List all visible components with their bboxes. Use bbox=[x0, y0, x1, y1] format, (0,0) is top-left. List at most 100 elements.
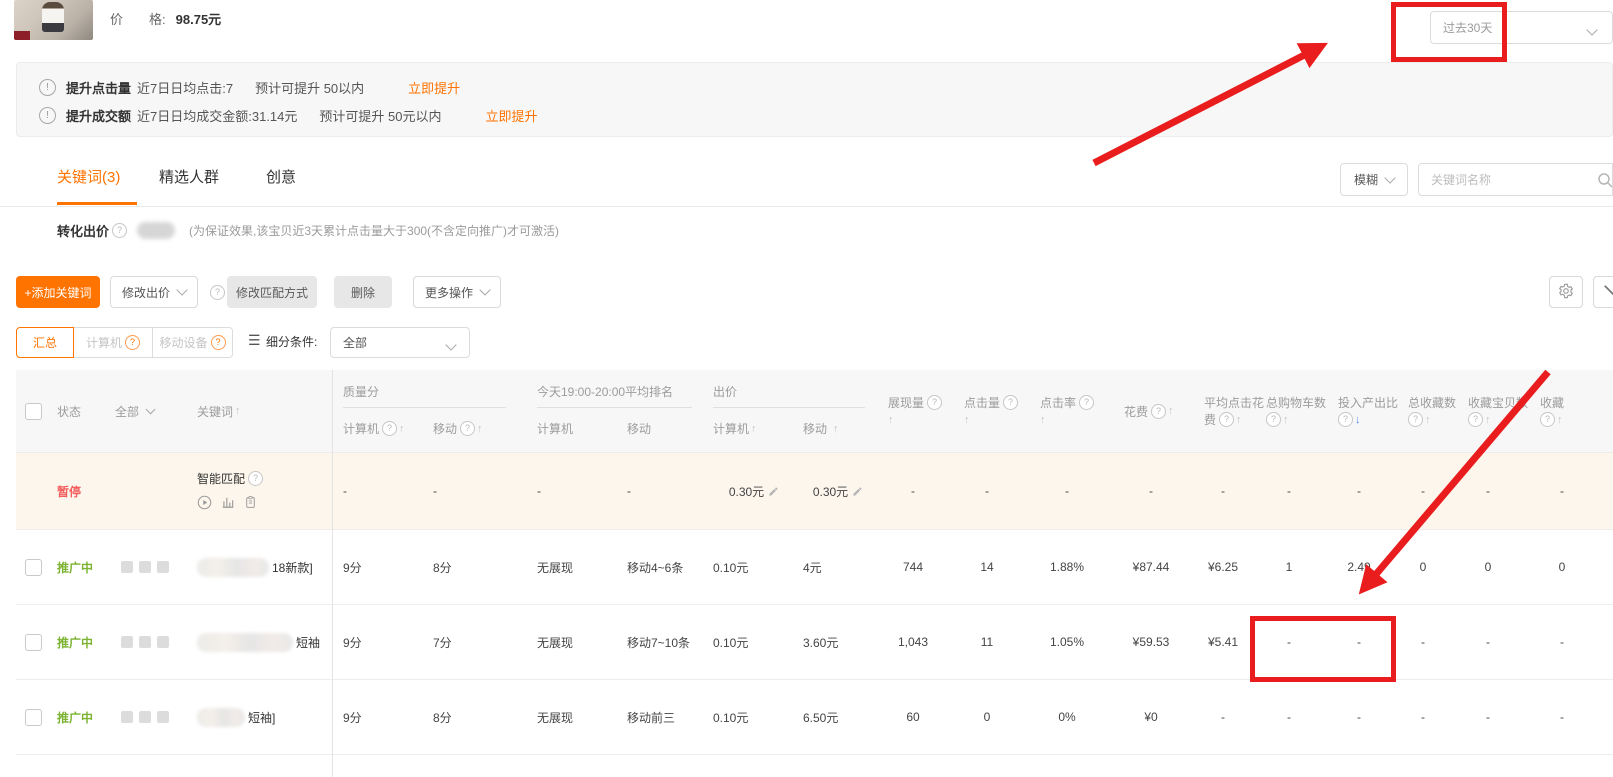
col-header-avg-click-cost[interactable]: 平均点击花 费?↑ bbox=[1192, 370, 1254, 452]
row-checkbox[interactable] bbox=[25, 709, 42, 726]
device-tab-mobile[interactable]: 移动设备? bbox=[152, 327, 233, 358]
col-header-fav-extra[interactable]: 收藏 ?↑ bbox=[1524, 370, 1600, 452]
date-range-select[interactable]: 过去30天 bbox=[1430, 11, 1613, 44]
avg-click-cost: ¥5.41 bbox=[1192, 635, 1254, 649]
info-icon: ! bbox=[39, 79, 56, 96]
rank-mobile: 移动4~6条 bbox=[622, 559, 708, 576]
conversion-bid-toggle[interactable] bbox=[137, 222, 175, 239]
chevron-down-icon bbox=[1586, 24, 1597, 35]
col-header-fav-items[interactable]: 收藏宝贝数 ?↑ bbox=[1452, 370, 1524, 452]
col-header-rank-pc[interactable]: 计算机 bbox=[537, 420, 573, 437]
help-icon: ? bbox=[460, 421, 475, 436]
quality-mobile: 7分 bbox=[428, 634, 532, 651]
edit-bid-button[interactable]: 修改出价 bbox=[110, 276, 198, 308]
col-header-cost[interactable]: 花费?↑ bbox=[1110, 370, 1192, 452]
product-photo-figure bbox=[42, 2, 64, 32]
status-filter-dropdown[interactable]: 全部 bbox=[110, 370, 195, 452]
chevron-down-icon bbox=[176, 284, 187, 295]
tab-keywords[interactable]: 关键词(3) bbox=[57, 166, 120, 187]
status-badge: 推广中 bbox=[57, 634, 93, 651]
platform-icons bbox=[110, 561, 195, 573]
play-circle-icon[interactable] bbox=[197, 495, 221, 513]
segment-condition-label: 细分条件: bbox=[266, 327, 317, 358]
sort-up-icon: ↑ bbox=[964, 414, 970, 426]
edit-match-type-button[interactable]: 修改匹配方式 bbox=[227, 276, 317, 308]
bid-pc[interactable]: 0.10元 bbox=[708, 634, 800, 651]
cost: ¥59.53 bbox=[1110, 635, 1192, 649]
device-tab-summary[interactable]: 汇总 bbox=[16, 327, 74, 358]
help-icon: ? bbox=[927, 395, 942, 410]
col-header-qs-mobile[interactable]: 移动?↑ bbox=[433, 420, 483, 437]
col-group-bid: 出价 计算机↑ 移动↑ bbox=[708, 370, 876, 452]
col-header-clicks[interactable]: 点击量? ↑ bbox=[950, 370, 1024, 452]
col-header-keyword[interactable]: 关键词↑ bbox=[195, 370, 332, 452]
help-icon[interactable]: ? bbox=[210, 285, 225, 300]
fav-total: - bbox=[1394, 710, 1452, 724]
help-icon: ? bbox=[211, 335, 226, 350]
add-keyword-button[interactable]: +添加关键词 bbox=[16, 276, 100, 308]
bar-chart-icon[interactable] bbox=[221, 495, 244, 512]
clipboard-icon[interactable] bbox=[244, 495, 266, 512]
clicks: - bbox=[950, 484, 1024, 498]
tab-creative[interactable]: 创意 bbox=[266, 166, 296, 187]
col-header-impressions[interactable]: 展现量? ↑ bbox=[876, 370, 950, 452]
match-mode-select[interactable]: 模糊 bbox=[1340, 163, 1408, 196]
avg-click-cost: - bbox=[1192, 710, 1254, 724]
keyword-search-input[interactable] bbox=[1418, 163, 1613, 196]
bid-mobile[interactable]: 3.60元 bbox=[800, 634, 876, 651]
row-checkbox[interactable] bbox=[25, 634, 42, 651]
settings-button[interactable] bbox=[1549, 276, 1583, 308]
roi: 2.49 bbox=[1324, 560, 1394, 574]
col-header-qs-pc[interactable]: 计算机?↑ bbox=[343, 420, 405, 437]
sort-up-icon: ↑ bbox=[1283, 414, 1289, 426]
device-tab-pc[interactable]: 计算机? bbox=[73, 327, 153, 358]
pencil-icon[interactable] bbox=[852, 486, 863, 497]
bid-mobile[interactable]: 6.50元 bbox=[800, 709, 876, 726]
help-icon: ? bbox=[382, 421, 397, 436]
col-header-cart-total[interactable]: 总购物车数 ?↑ bbox=[1254, 370, 1324, 452]
sort-up-icon: ↑ bbox=[888, 414, 894, 426]
segment-condition-select[interactable]: 全部 bbox=[330, 327, 470, 358]
boost-now-link[interactable]: 立即提升 bbox=[485, 106, 537, 125]
fav-total: - bbox=[1394, 484, 1452, 498]
price-label: 价 bbox=[110, 9, 123, 28]
cost: ¥0 bbox=[1110, 710, 1192, 724]
select-all-checkbox[interactable] bbox=[25, 403, 42, 420]
fav-items: - bbox=[1452, 484, 1524, 498]
platform-icons bbox=[110, 636, 195, 648]
tab-bar-divider bbox=[0, 206, 1613, 207]
impressions: 60 bbox=[876, 710, 950, 724]
row-checkbox[interactable] bbox=[25, 559, 42, 576]
search-icon[interactable] bbox=[1597, 172, 1613, 191]
status-badge: 推广中 bbox=[57, 709, 93, 726]
col-group-quality-score: 质量分 计算机?↑ 移动?↑ bbox=[332, 370, 532, 452]
bid-mobile[interactable]: 4元 bbox=[800, 559, 876, 576]
sort-up-icon: ↑ bbox=[1425, 414, 1431, 426]
col-header-ctr[interactable]: 点击率? ↑ bbox=[1024, 370, 1110, 452]
bid-mobile[interactable]: 0.30元 bbox=[800, 483, 876, 500]
more-actions-button[interactable]: 更多操作 bbox=[413, 276, 501, 308]
col-header-rank-mobile[interactable]: 移动 bbox=[627, 420, 651, 437]
bid-pc[interactable]: 0.30元 bbox=[708, 483, 800, 500]
cost: - bbox=[1110, 484, 1192, 498]
col-header-bid-mobile[interactable]: 移动↑ bbox=[803, 420, 839, 437]
col-header-fav-total[interactable]: 总收藏数 ?↑ bbox=[1394, 370, 1452, 452]
table-header: 状态 全部 关键词↑ 质量分 计算机?↑ 移动?↑ 今天19:00-20:00平… bbox=[16, 370, 1613, 453]
cart-total: 1 bbox=[1254, 560, 1324, 574]
fav-total: - bbox=[1394, 635, 1452, 649]
bid-pc[interactable]: 0.10元 bbox=[708, 559, 800, 576]
bid-pc[interactable]: 0.10元 bbox=[708, 709, 800, 726]
boost-now-link[interactable]: 立即提升 bbox=[408, 78, 460, 97]
quality-pc: 9分 bbox=[332, 559, 428, 576]
conversion-bid-label: 转化出价 bbox=[57, 221, 109, 240]
delete-button[interactable]: 删除 bbox=[334, 276, 392, 308]
tab-audience[interactable]: 精选人群 bbox=[159, 166, 219, 187]
quality-mobile: 8分 bbox=[428, 709, 532, 726]
gear-icon bbox=[1558, 283, 1574, 302]
export-button[interactable] bbox=[1593, 276, 1613, 308]
help-icon: ? bbox=[1219, 412, 1234, 427]
col-header-roi[interactable]: 投入产出比 ?↓ bbox=[1324, 370, 1394, 452]
pencil-icon[interactable] bbox=[768, 486, 779, 497]
conversion-bid-note: (为保证效果,该宝贝近3天累计点击量大于300(不含定向推广)才可激活) bbox=[189, 222, 559, 239]
col-header-bid-pc[interactable]: 计算机↑ bbox=[713, 420, 757, 437]
